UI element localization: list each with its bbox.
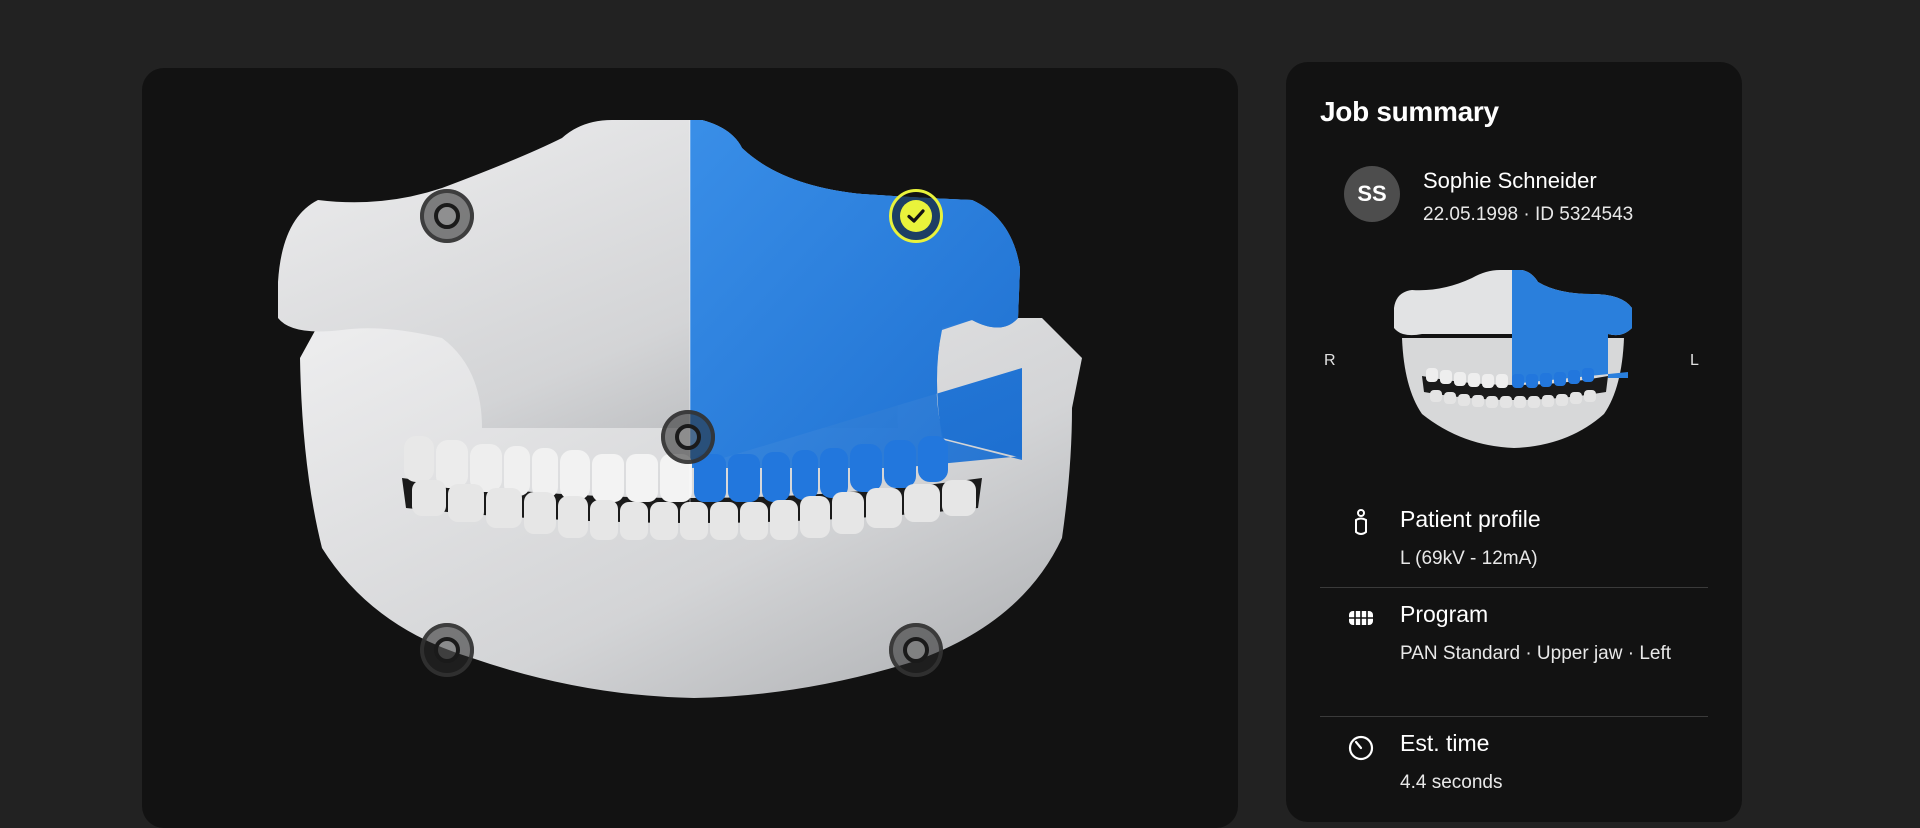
alignment-marker-lower-left[interactable]: [889, 623, 943, 677]
patient-profile-value: L (69kV - 12mA): [1400, 548, 1538, 569]
program-value: PAN Standard · Upper jaw · Left: [1400, 643, 1672, 664]
divider: [1320, 587, 1708, 588]
est-time-value: 4.4 seconds: [1400, 772, 1503, 793]
orientation-left-label: L: [1690, 352, 1699, 369]
program-label: Program: [1400, 601, 1489, 627]
alignment-marker-center[interactable]: [661, 410, 715, 464]
panel-title: Job summary: [1320, 96, 1499, 127]
jaw-viewer[interactable]: [142, 68, 1238, 828]
teeth-program-icon: [1349, 611, 1373, 625]
divider: [1320, 716, 1708, 717]
est-time-label: Est. time: [1400, 730, 1490, 756]
stopwatch-icon: [1348, 735, 1374, 761]
patient-birthdate-id: 22.05.1998 · ID 5324543: [1423, 204, 1634, 225]
patient-avatar: SS: [1344, 166, 1400, 222]
checkmark-icon: [900, 200, 932, 232]
orientation-right-label: R: [1324, 352, 1336, 369]
alignment-marker-lower-right[interactable]: [420, 623, 474, 677]
person-icon: [1355, 509, 1367, 535]
alignment-marker-upper-left[interactable]: [889, 189, 943, 243]
alignment-marker-upper-right[interactable]: [420, 189, 474, 243]
patient-name: Sophie Schneider: [1423, 168, 1597, 193]
job-summary-panel: Job summary SS Sophie Schneider 22.05.19…: [1286, 62, 1742, 822]
jaw-preview-thumbnail: [1394, 270, 1632, 448]
patient-profile-label: Patient profile: [1400, 506, 1541, 532]
